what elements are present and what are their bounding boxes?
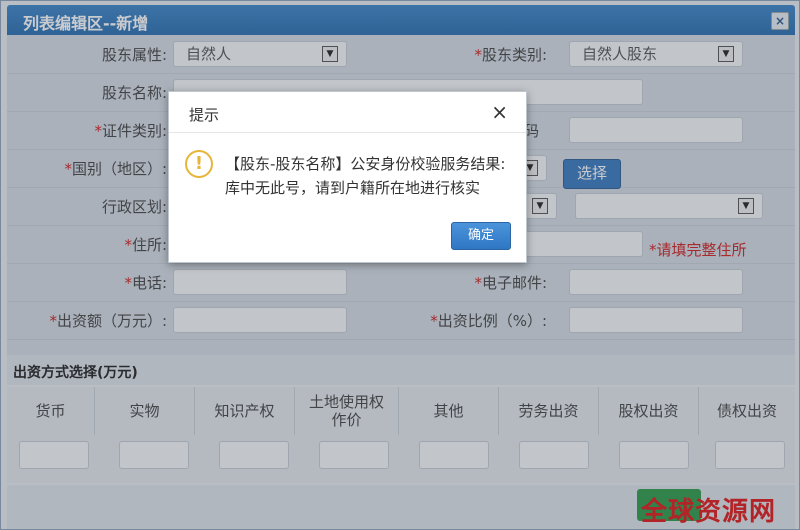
confirm-button[interactable]: 确定 xyxy=(451,222,511,250)
dialog-header: 提示 × xyxy=(169,92,526,133)
warning-icon: ! xyxy=(185,150,213,178)
dialog-message: 【股东-股东名称】公安身份校验服务结果:库中无此号，请到户籍所在地进行核实 xyxy=(225,155,506,197)
dialog-close-button[interactable]: × xyxy=(491,100,508,124)
modal-overlay xyxy=(0,0,800,530)
alert-dialog: 提示 × ! 【股东-股东名称】公安身份校验服务结果:库中无此号，请到户籍所在地… xyxy=(168,91,527,263)
dialog-title: 提示 xyxy=(189,106,220,124)
